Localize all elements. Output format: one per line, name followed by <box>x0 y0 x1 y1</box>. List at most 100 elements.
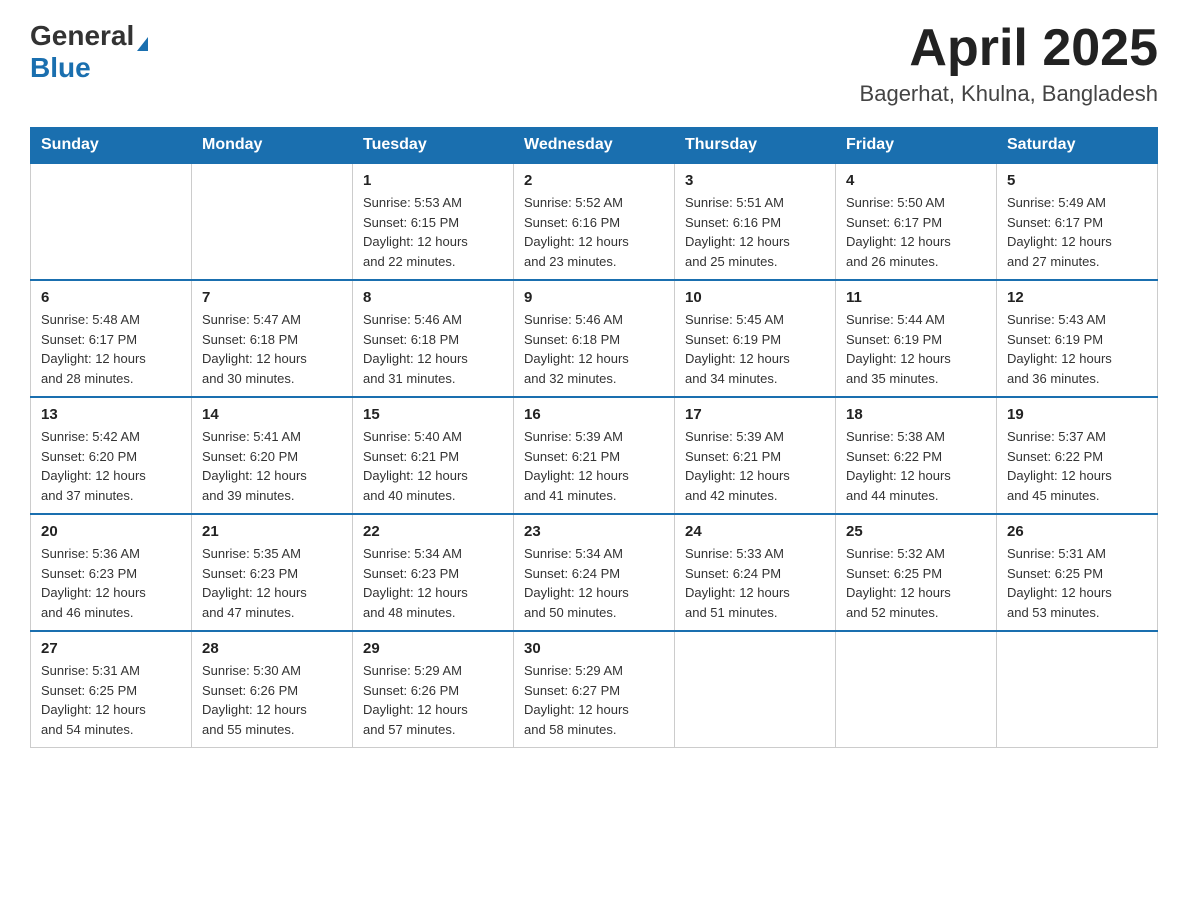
weekday-header-row: SundayMondayTuesdayWednesdayThursdayFrid… <box>31 128 1158 164</box>
day-info: Sunrise: 5:39 AMSunset: 6:21 PMDaylight:… <box>685 427 825 505</box>
calendar-cell: 10Sunrise: 5:45 AMSunset: 6:19 PMDayligh… <box>675 280 836 397</box>
day-info: Sunrise: 5:31 AMSunset: 6:25 PMDaylight:… <box>1007 544 1147 622</box>
calendar-cell: 2Sunrise: 5:52 AMSunset: 6:16 PMDaylight… <box>514 163 675 280</box>
calendar-cell: 5 Sunrise: 5:49 AMSunset: 6:17 PMDaylight… <box>997 163 1158 280</box>
calendar-cell <box>997 631 1158 748</box>
calendar-cell: 15 Sunrise: 5:40 AMSunset: 6:21 PMDayligh… <box>353 397 514 514</box>
calendar-cell: 4 Sunrise: 5:50 AMSunset: 6:17 PMDaylight… <box>836 163 997 280</box>
day-info: Sunrise: 5:46 AMSunset: 6:18 PMDaylight:… <box>363 310 503 388</box>
day-info: Sunrise: 5:36 AMSunset: 6:23 PMDaylight:… <box>41 544 181 622</box>
calendar-week-row: 27 Sunrise: 5:31 AMSunset: 6:25 PMDayligh… <box>31 631 1158 748</box>
day-number: 14 <box>202 406 342 423</box>
logo: General Blue <box>30 20 148 84</box>
day-number: 25 <box>846 523 986 540</box>
day-number: 27 <box>41 640 181 657</box>
day-number: 3 <box>685 172 825 189</box>
day-number: 19 <box>1007 406 1147 423</box>
day-number: 11 <box>846 289 986 306</box>
location-title: Bagerhat, Khulna, Bangladesh <box>860 81 1158 107</box>
calendar-cell <box>675 631 836 748</box>
day-info: Sunrise: 5:48 AMSunset: 6:17 PMDaylight:… <box>41 310 181 388</box>
calendar-cell: 12Sunrise: 5:43 AMSunset: 6:19 PMDayligh… <box>997 280 1158 397</box>
day-number: 20 <box>41 523 181 540</box>
weekday-header-thursday: Thursday <box>675 128 836 164</box>
weekday-header-tuesday: Tuesday <box>353 128 514 164</box>
calendar-week-row: 1 Sunrise: 5:53 AMSunset: 6:15 PMDaylight… <box>31 163 1158 280</box>
calendar-cell: 1 Sunrise: 5:53 AMSunset: 6:15 PMDaylight… <box>353 163 514 280</box>
day-number: 1 <box>363 172 503 189</box>
day-info: Sunrise: 5:53 AMSunset: 6:15 PMDaylight:… <box>363 193 503 271</box>
day-info: Sunrise: 5:32 AMSunset: 6:25 PMDaylight:… <box>846 544 986 622</box>
day-number: 17 <box>685 406 825 423</box>
day-info: Sunrise: 5:46 AMSunset: 6:18 PMDaylight:… <box>524 310 664 388</box>
calendar-cell: 20 Sunrise: 5:36 AMSunset: 6:23 PMDayligh… <box>31 514 192 631</box>
day-info: Sunrise: 5:37 AMSunset: 6:22 PMDaylight:… <box>1007 427 1147 505</box>
logo-general-text: General <box>30 20 134 52</box>
day-number: 5 <box>1007 172 1147 189</box>
calendar-cell: 16 Sunrise: 5:39 AMSunset: 6:21 PMDayligh… <box>514 397 675 514</box>
calendar-cell: 22Sunrise: 5:34 AMSunset: 6:23 PMDayligh… <box>353 514 514 631</box>
calendar-table: SundayMondayTuesdayWednesdayThursdayFrid… <box>30 127 1158 748</box>
day-number: 15 <box>363 406 503 423</box>
month-year-title: April 2025 <box>860 20 1158 77</box>
weekday-header-wednesday: Wednesday <box>514 128 675 164</box>
calendar-cell: 25 Sunrise: 5:32 AMSunset: 6:25 PMDayligh… <box>836 514 997 631</box>
day-info: Sunrise: 5:31 AMSunset: 6:25 PMDaylight:… <box>41 661 181 739</box>
day-number: 16 <box>524 406 664 423</box>
calendar-cell: 13 Sunrise: 5:42 AMSunset: 6:20 PMDayligh… <box>31 397 192 514</box>
weekday-header-friday: Friday <box>836 128 997 164</box>
day-number: 26 <box>1007 523 1147 540</box>
day-info: Sunrise: 5:35 AMSunset: 6:23 PMDaylight:… <box>202 544 342 622</box>
day-info: Sunrise: 5:29 AMSunset: 6:27 PMDaylight:… <box>524 661 664 739</box>
day-info: Sunrise: 5:49 AMSunset: 6:17 PMDaylight:… <box>1007 193 1147 271</box>
day-number: 13 <box>41 406 181 423</box>
day-info: Sunrise: 5:29 AMSunset: 6:26 PMDaylight:… <box>363 661 503 739</box>
day-info: Sunrise: 5:42 AMSunset: 6:20 PMDaylight:… <box>41 427 181 505</box>
title-block: April 2025 Bagerhat, Khulna, Bangladesh <box>860 20 1158 107</box>
day-number: 30 <box>524 640 664 657</box>
day-number: 4 <box>846 172 986 189</box>
calendar-cell <box>836 631 997 748</box>
page-header: General Blue April 2025 Bagerhat, Khulna… <box>30 20 1158 107</box>
day-info: Sunrise: 5:50 AMSunset: 6:17 PMDaylight:… <box>846 193 986 271</box>
calendar-cell: 9Sunrise: 5:46 AMSunset: 6:18 PMDaylight… <box>514 280 675 397</box>
calendar-cell <box>192 163 353 280</box>
day-number: 18 <box>846 406 986 423</box>
day-number: 8 <box>363 289 503 306</box>
weekday-header-saturday: Saturday <box>997 128 1158 164</box>
calendar-cell: 30 Sunrise: 5:29 AMSunset: 6:27 PMDayligh… <box>514 631 675 748</box>
calendar-cell: 6 Sunrise: 5:48 AMSunset: 6:17 PMDaylight… <box>31 280 192 397</box>
day-info: Sunrise: 5:39 AMSunset: 6:21 PMDaylight:… <box>524 427 664 505</box>
calendar-week-row: 20 Sunrise: 5:36 AMSunset: 6:23 PMDayligh… <box>31 514 1158 631</box>
day-number: 21 <box>202 523 342 540</box>
calendar-cell: 27 Sunrise: 5:31 AMSunset: 6:25 PMDayligh… <box>31 631 192 748</box>
day-info: Sunrise: 5:33 AMSunset: 6:24 PMDaylight:… <box>685 544 825 622</box>
day-number: 6 <box>41 289 181 306</box>
day-info: Sunrise: 5:51 AMSunset: 6:16 PMDaylight:… <box>685 193 825 271</box>
day-info: Sunrise: 5:38 AMSunset: 6:22 PMDaylight:… <box>846 427 986 505</box>
calendar-cell: 26 Sunrise: 5:31 AMSunset: 6:25 PMDayligh… <box>997 514 1158 631</box>
day-number: 2 <box>524 172 664 189</box>
day-number: 29 <box>363 640 503 657</box>
calendar-week-row: 13 Sunrise: 5:42 AMSunset: 6:20 PMDayligh… <box>31 397 1158 514</box>
calendar-cell: 18 Sunrise: 5:38 AMSunset: 6:22 PMDayligh… <box>836 397 997 514</box>
logo-triangle-icon <box>137 29 148 51</box>
day-number: 28 <box>202 640 342 657</box>
day-info: Sunrise: 5:40 AMSunset: 6:21 PMDaylight:… <box>363 427 503 505</box>
calendar-cell <box>31 163 192 280</box>
day-info: Sunrise: 5:43 AMSunset: 6:19 PMDaylight:… <box>1007 310 1147 388</box>
day-number: 24 <box>685 523 825 540</box>
calendar-cell: 11 Sunrise: 5:44 AMSunset: 6:19 PMDayligh… <box>836 280 997 397</box>
day-number: 7 <box>202 289 342 306</box>
day-number: 22 <box>363 523 503 540</box>
calendar-cell: 24 Sunrise: 5:33 AMSunset: 6:24 PMDayligh… <box>675 514 836 631</box>
calendar-cell: 19 Sunrise: 5:37 AMSunset: 6:22 PMDayligh… <box>997 397 1158 514</box>
day-info: Sunrise: 5:30 AMSunset: 6:26 PMDaylight:… <box>202 661 342 739</box>
calendar-cell: 23Sunrise: 5:34 AMSunset: 6:24 PMDayligh… <box>514 514 675 631</box>
day-info: Sunrise: 5:47 AMSunset: 6:18 PMDaylight:… <box>202 310 342 388</box>
calendar-cell: 17 Sunrise: 5:39 AMSunset: 6:21 PMDayligh… <box>675 397 836 514</box>
day-info: Sunrise: 5:41 AMSunset: 6:20 PMDaylight:… <box>202 427 342 505</box>
day-info: Sunrise: 5:44 AMSunset: 6:19 PMDaylight:… <box>846 310 986 388</box>
calendar-cell: 28 Sunrise: 5:30 AMSunset: 6:26 PMDayligh… <box>192 631 353 748</box>
day-info: Sunrise: 5:45 AMSunset: 6:19 PMDaylight:… <box>685 310 825 388</box>
